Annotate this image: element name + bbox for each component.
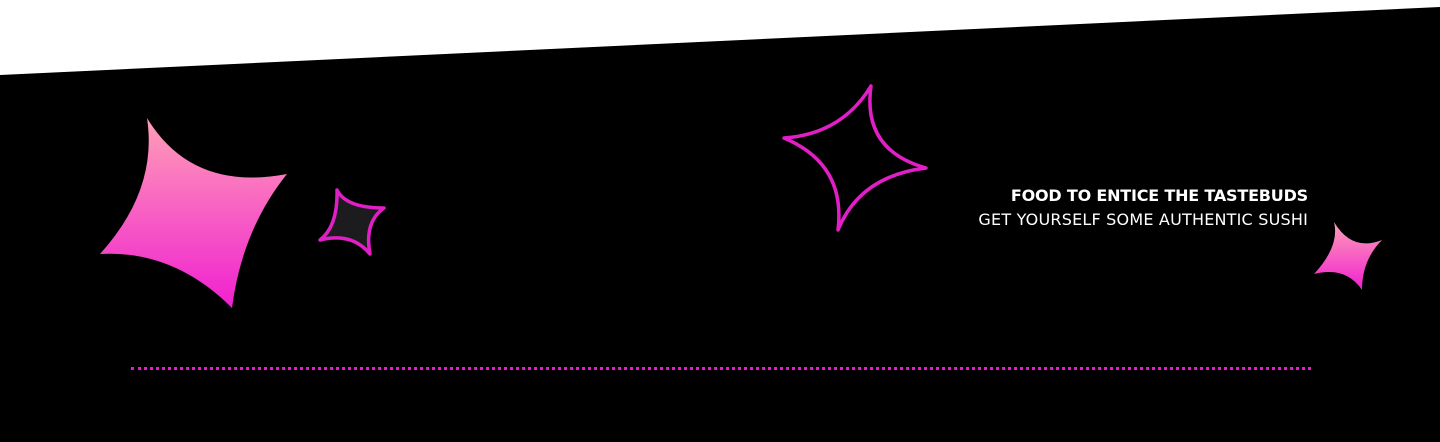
tagline-subtitle: GET YOURSELF SOME AUTHENTIC SUSHI <box>978 210 1308 229</box>
gradient-sparkle-icon <box>100 118 287 308</box>
outlined-sparkle-icon <box>782 84 928 232</box>
tagline: FOOD TO ENTICE THE TASTEBUDS GET YOURSEL… <box>978 188 1308 228</box>
tagline-title: FOOD TO ENTICE THE TASTEBUDS <box>1010 186 1308 205</box>
outlined-dark-sparkle-icon <box>318 188 386 256</box>
dotted-divider <box>131 367 1311 370</box>
small-gradient-sparkle-icon <box>1314 222 1382 290</box>
sushi-banner: FOOD TO ENTICE THE TASTEBUDS GET YOURSEL… <box>0 0 1440 442</box>
